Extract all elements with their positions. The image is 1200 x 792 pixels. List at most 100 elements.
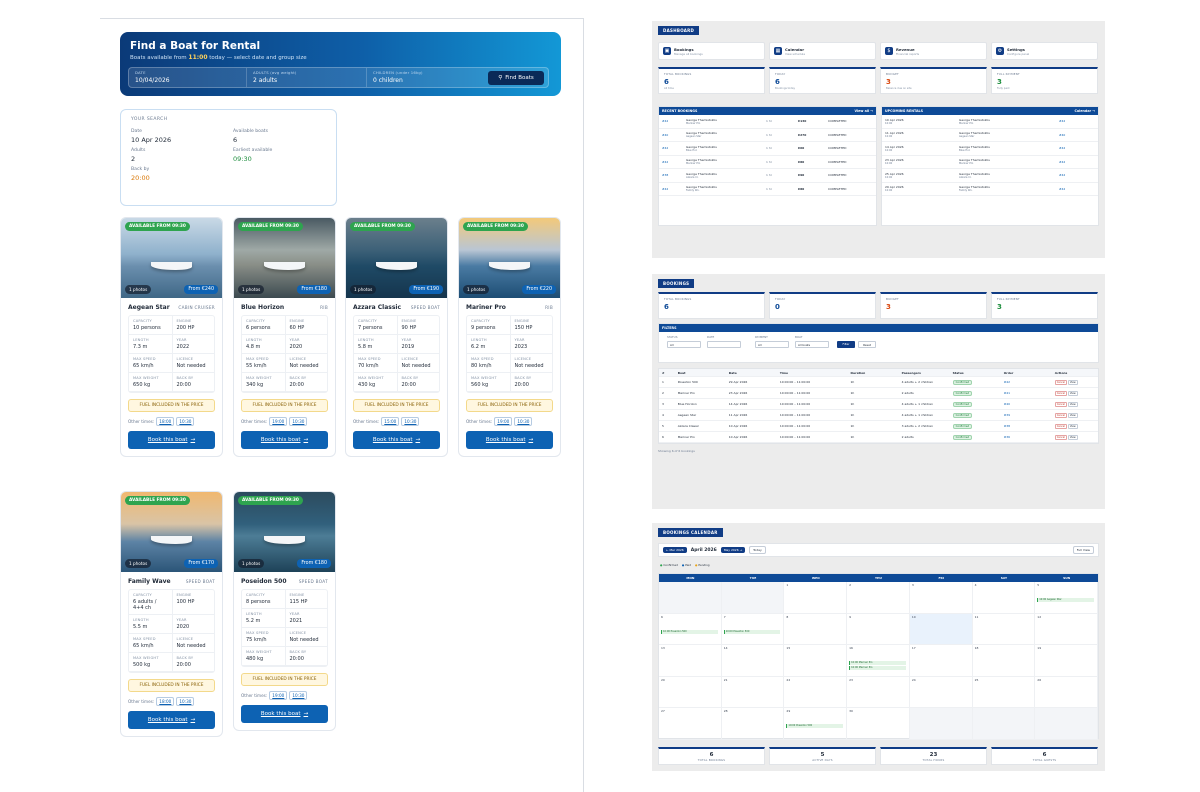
time-slot-button[interactable]: 10:30 bbox=[401, 417, 420, 426]
boat-photo[interactable]: AVAILABLE FROM 09:30 1 photos From €180 bbox=[234, 218, 335, 298]
cancel-button[interactable]: Cancel bbox=[1054, 401, 1067, 407]
calendar-day[interactable]: 30 bbox=[847, 708, 910, 740]
calendar-day[interactable]: 2 bbox=[847, 582, 910, 614]
table-row[interactable]: 1 Poseidon 500 29 Apr 2026 10:00:00 – 11:00… bbox=[659, 377, 1098, 388]
cancel-button[interactable]: Cancel bbox=[1054, 379, 1067, 385]
order-id[interactable]: #42 bbox=[1059, 160, 1065, 164]
order-link[interactable]: #38 bbox=[1004, 424, 1055, 428]
date-field[interactable]: DATE 10/04/2026 bbox=[129, 68, 247, 87]
booking-id[interactable]: #42 bbox=[662, 187, 686, 191]
calendar-event[interactable]: 10:00 Poseidon 500 bbox=[723, 629, 781, 634]
time-slot-button[interactable]: 10:30 bbox=[289, 691, 308, 700]
calendar-day[interactable]: 15 bbox=[784, 645, 848, 677]
order-link[interactable]: #40 bbox=[1004, 402, 1055, 406]
nav-card-revenue[interactable]: $ Revenue Financial reports bbox=[880, 42, 987, 60]
reset-button[interactable]: Reset bbox=[858, 341, 876, 348]
nav-card-settings[interactable]: ⚙ Settings Configure panel bbox=[991, 42, 1098, 60]
next-month-button[interactable]: May 2026 → bbox=[720, 547, 746, 553]
view-button[interactable]: View bbox=[1067, 390, 1078, 396]
table-row[interactable]: #38 George Themistoklis Azzara Cl. 1 hr €90 C… bbox=[659, 169, 876, 183]
adults-field[interactable]: ADULTS (avg weight) 2 adults bbox=[247, 68, 367, 87]
time-slot-button[interactable]: 10:30 bbox=[289, 417, 308, 426]
time-slot-button[interactable]: 19:00 bbox=[494, 417, 513, 426]
time-slot-button[interactable]: 10:30 bbox=[176, 417, 195, 426]
calendar-day[interactable]: 29 10:00 Poseidon 500 bbox=[784, 708, 848, 740]
table-row[interactable]: 2 Mariner Pro 23 Apr 2026 10:00:00 – 11:00:… bbox=[659, 388, 1098, 399]
time-slot-button[interactable]: 19:00 bbox=[269, 691, 288, 700]
boat-photo[interactable]: AVAILABLE FROM 09:30 1 photos From €180 bbox=[234, 492, 335, 572]
view-button[interactable]: View bbox=[1067, 434, 1078, 440]
filter-button[interactable]: Filter bbox=[837, 341, 855, 348]
calendar-day[interactable]: 10 bbox=[909, 613, 973, 645]
prev-month-button[interactable]: ← Mar 2026 bbox=[663, 547, 687, 553]
filter-status-select[interactable]: All bbox=[667, 341, 701, 348]
table-row[interactable]: 5 Azzara Classic 10 Apr 2026 10:00:00 – 11:… bbox=[659, 421, 1098, 432]
booking-id[interactable]: #42 bbox=[662, 160, 686, 164]
boat-photo[interactable]: AVAILABLE FROM 09:30 1 photos From €170 bbox=[121, 492, 222, 572]
calendar-day[interactable]: 1 bbox=[784, 582, 848, 614]
calendar-day[interactable]: 22 bbox=[784, 676, 848, 708]
order-link[interactable]: #36 bbox=[1004, 435, 1055, 439]
order-id[interactable]: #42 bbox=[1059, 173, 1065, 177]
view-all-link[interactable]: View all → bbox=[855, 109, 873, 113]
table-row[interactable]: #42 George Themistoklis Mariner Pro 1 hr €13… bbox=[659, 115, 876, 129]
order-id[interactable]: #42 bbox=[1059, 146, 1065, 150]
calendar-day[interactable]: 27 bbox=[659, 708, 722, 740]
table-row[interactable]: 3 Blue Horizon 14 Apr 2026 10:00:00 – 11:00… bbox=[659, 399, 1098, 410]
order-link[interactable]: #41 bbox=[1004, 391, 1055, 395]
table-row[interactable]: 11 Apr 2026 10:00 George Themistoklis Aegea… bbox=[882, 129, 1098, 142]
order-id[interactable]: #40 bbox=[1059, 133, 1065, 137]
view-button[interactable]: View bbox=[1067, 379, 1078, 385]
time-slot-button[interactable]: 18:00 bbox=[156, 697, 175, 706]
calendar-day[interactable]: 8 bbox=[784, 613, 848, 645]
book-boat-button[interactable]: Book this boat → bbox=[353, 431, 440, 449]
book-boat-button[interactable]: Book this boat → bbox=[128, 431, 215, 449]
table-row[interactable]: #42 George Themistoklis Family Wv. 1 hr €80 C… bbox=[659, 183, 876, 196]
book-boat-button[interactable]: Book this boat → bbox=[241, 705, 328, 723]
calendar-event[interactable]: 10:00 Aegean Star bbox=[1037, 598, 1095, 602]
calendar-day[interactable]: 26 bbox=[1035, 676, 1098, 708]
filter-boat-select[interactable]: All boats bbox=[795, 341, 829, 348]
table-row[interactable]: #42 George Themistoklis Mariner Pro 1 hr €80… bbox=[659, 156, 876, 169]
filter-payment-select[interactable]: All bbox=[755, 341, 789, 348]
calendar-day[interactable]: 5 10:00 Aegean Star bbox=[1035, 582, 1098, 614]
table-row[interactable]: #42 George Themistoklis Blue Hor. 1 hr €60 CO… bbox=[659, 142, 876, 156]
book-boat-button[interactable]: Book this boat → bbox=[128, 711, 215, 729]
calendar-day[interactable]: 20 bbox=[659, 676, 722, 708]
full-view-button[interactable]: Full View bbox=[1072, 546, 1094, 554]
view-button[interactable]: View bbox=[1067, 412, 1078, 418]
cancel-button[interactable]: Cancel bbox=[1054, 423, 1067, 429]
today-button[interactable]: Today bbox=[749, 546, 766, 554]
order-id[interactable]: #42 bbox=[1059, 187, 1065, 191]
booking-id[interactable]: #38 bbox=[662, 173, 686, 177]
calendar-day[interactable]: 9 bbox=[847, 613, 910, 645]
book-boat-button[interactable]: Book this boat → bbox=[241, 431, 328, 449]
cancel-button[interactable]: Cancel bbox=[1054, 434, 1067, 440]
order-link[interactable]: #39 bbox=[1004, 413, 1055, 417]
time-slot-button[interactable]: 19:00 bbox=[269, 417, 288, 426]
booking-id[interactable]: #42 bbox=[662, 146, 686, 150]
table-row[interactable]: 23 Apr 2026 10:00 George Themistoklis Marin… bbox=[882, 156, 1098, 169]
calendar-day[interactable]: 14 bbox=[721, 645, 785, 677]
calendar-day[interactable]: 16 10:00 Mariner Pro 10:00 Mariner Pro bbox=[847, 645, 910, 677]
calendar-day[interactable]: 12 bbox=[1035, 613, 1098, 645]
calendar-day[interactable]: 24 bbox=[909, 676, 973, 708]
calendar-event[interactable]: 10:00 Mariner Pro bbox=[849, 661, 906, 665]
order-link[interactable]: #42 bbox=[1004, 380, 1055, 384]
calendar-day[interactable]: 25 bbox=[972, 676, 1036, 708]
booking-id[interactable]: #40 bbox=[662, 133, 686, 137]
boat-photo[interactable]: AVAILABLE FROM 09:30 1 photos From €220 bbox=[459, 218, 560, 298]
calendar-event[interactable]: 10:00 Mariner Pro bbox=[849, 666, 906, 670]
calendar-day[interactable]: 4 bbox=[972, 582, 1036, 614]
table-row[interactable]: 29 Apr 2026 10:00 George Themistoklis Famil… bbox=[882, 183, 1098, 196]
calendar-day[interactable]: 19 bbox=[1035, 645, 1098, 677]
boat-photo[interactable]: AVAILABLE FROM 09:30 1 photos From €190 bbox=[346, 218, 447, 298]
table-row[interactable]: #40 George Themistoklis Aegean Star 1 hr €27… bbox=[659, 129, 876, 142]
table-row[interactable]: 10 Apr 2026 10:00 George Themistoklis Marin… bbox=[882, 115, 1098, 129]
calendar-link[interactable]: Calendar → bbox=[1075, 109, 1095, 113]
calendar-day[interactable]: 21 bbox=[721, 676, 785, 708]
calendar-day[interactable]: 17 bbox=[909, 645, 973, 677]
view-button[interactable]: View bbox=[1067, 401, 1078, 407]
cancel-button[interactable]: Cancel bbox=[1054, 390, 1067, 396]
children-field[interactable]: CHILDREN (under 16kg) 0 children bbox=[367, 68, 485, 87]
